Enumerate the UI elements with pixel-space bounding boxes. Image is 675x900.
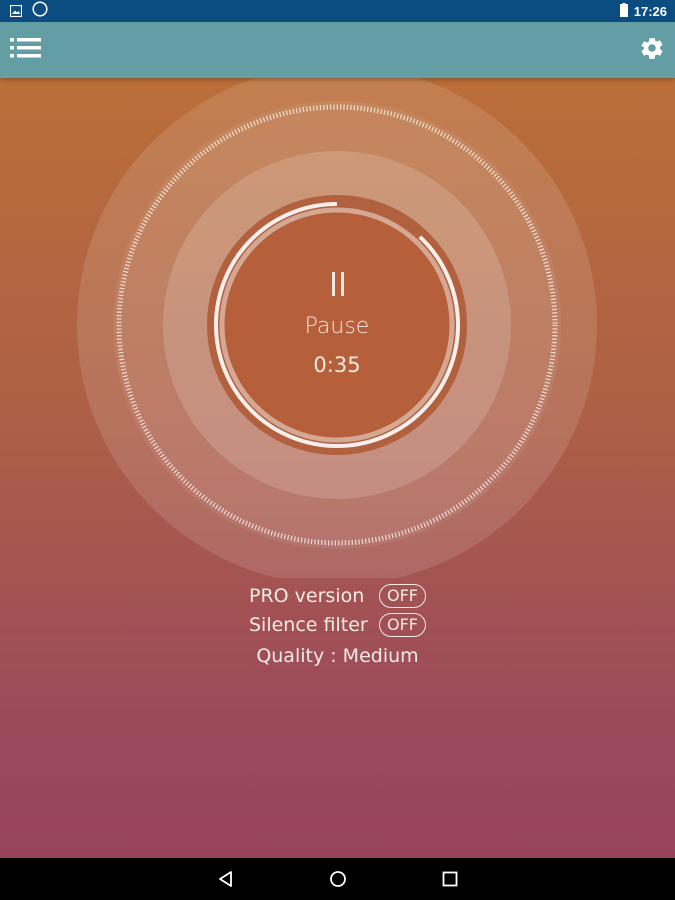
back-icon[interactable] <box>210 863 242 895</box>
main-area: Pause 0:35 PRO version OFF Silence filte… <box>0 78 675 858</box>
image-notification-icon <box>9 2 23 21</box>
recording-dial: Pause 0:35 <box>0 78 675 578</box>
pro-version-toggle[interactable]: OFF <box>379 584 426 608</box>
pro-version-row: PRO version OFF <box>249 583 426 609</box>
app-bar <box>0 22 675 78</box>
recents-icon[interactable] <box>434 863 466 895</box>
pro-version-label: PRO version <box>249 585 365 607</box>
list-menu-icon[interactable] <box>10 37 44 63</box>
silence-filter-toggle[interactable]: OFF <box>379 613 426 637</box>
battery-icon <box>619 2 628 20</box>
pause-icon[interactable] <box>318 272 358 302</box>
elapsed-time: 0:35 <box>313 353 361 377</box>
status-bar: 17:26 <box>0 0 675 22</box>
navigation-bar <box>0 858 675 900</box>
circle-notification-icon <box>32 1 48 21</box>
status-time: 17:26 <box>633 3 667 19</box>
pause-button[interactable]: Pause <box>237 314 437 339</box>
silence-filter-label: Silence filter <box>249 614 368 636</box>
home-icon[interactable] <box>322 863 354 895</box>
silence-filter-row: Silence filter OFF <box>249 612 426 638</box>
gear-icon[interactable] <box>639 35 665 65</box>
quality-setting[interactable]: Quality : Medium <box>0 645 675 667</box>
